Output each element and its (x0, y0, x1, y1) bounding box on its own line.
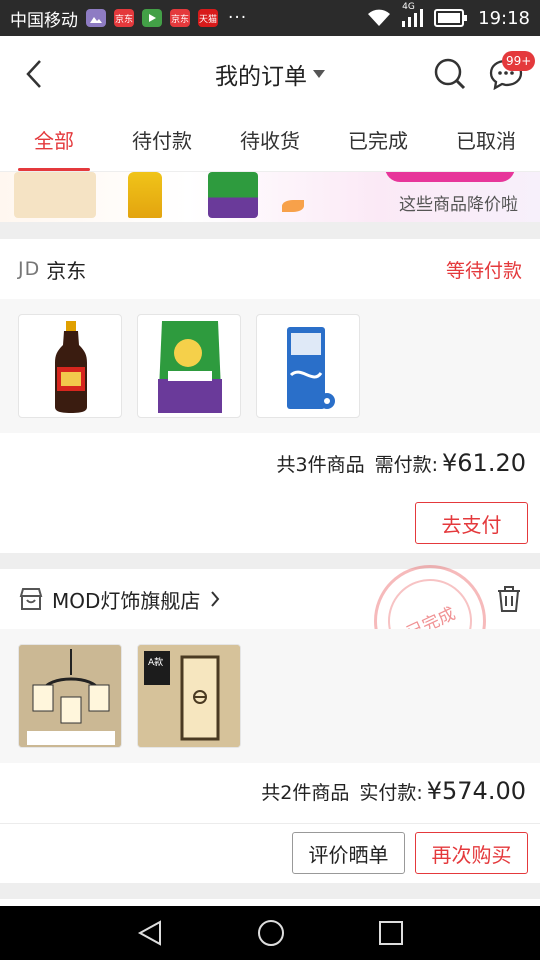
soy-sauce-image (55, 321, 87, 413)
promo-oil-image (128, 172, 162, 218)
promo-rice-image (208, 172, 258, 218)
order-card-partial (0, 899, 540, 906)
tab-all[interactable]: 全部 (0, 112, 108, 171)
order-card[interactable]: JD 京东 等待付款 共3件商品 需付款: ¥61.20 去支付 (0, 239, 540, 553)
more-notifications-icon: ··· (228, 8, 248, 28)
order-tabs: 全部 待付款 待收货 已完成 已取消 (0, 112, 540, 172)
tissue-pack-image (287, 327, 335, 409)
jd-logo: JD (18, 258, 41, 280)
promo-text: 这些商品降价啦 (399, 195, 518, 215)
order-total: ¥574.00 (426, 777, 526, 805)
status-bar: 中国移动 京东 京东 天猫 ··· 4G 19:18 (0, 0, 540, 36)
product-thumbnail-wall-lamp[interactable]: A款 (137, 644, 241, 748)
tab-pending-payment[interactable]: 待付款 (108, 112, 216, 171)
search-button[interactable] (428, 54, 472, 94)
order-card[interactable]: MOD灯饰旗舰店 已完成 A款 共2件商品 实付款: ¥574.00 评价晒单 … (0, 565, 540, 883)
message-count-badge: 99+ (502, 51, 536, 71)
divider (0, 823, 540, 824)
product-thumbnail-tissue[interactable] (256, 314, 360, 418)
nav-back-icon[interactable] (136, 919, 164, 947)
back-arrow-icon (26, 60, 41, 88)
product-thumbnail-chandelier[interactable] (18, 644, 122, 748)
tab-completed[interactable]: 已完成 (324, 112, 432, 171)
shop-name: 京东 (46, 258, 87, 283)
clock: 19:18 (478, 7, 530, 29)
order-items[interactable] (0, 299, 540, 433)
gallery-icon (86, 9, 106, 27)
order-summary: 共2件商品 实付款: ¥574.00 (261, 777, 526, 805)
jd-app-icon: 京东 (114, 9, 134, 27)
product-variant-label: A款 (148, 658, 164, 668)
tab-cancelled[interactable]: 已取消 (432, 112, 540, 171)
item-count: 共2件商品 (261, 782, 350, 804)
delete-order-icon[interactable] (496, 585, 522, 613)
payment-label: 需付款: (374, 454, 439, 476)
product-thumbnail-rice[interactable] (137, 314, 241, 418)
review-button[interactable]: 评价晒单 (292, 832, 405, 874)
carrier-label: 中国移动 (10, 10, 78, 31)
price-drop-banner[interactable]: 这些商品降价啦 (0, 172, 540, 222)
tab-pending-receipt[interactable]: 待收货 (216, 112, 324, 171)
jd-app-icon-2: 京东 (170, 9, 190, 27)
tmall-icon: 天猫 (198, 9, 218, 27)
product-thumbnail-soy-sauce[interactable] (18, 314, 122, 418)
search-icon (434, 58, 466, 90)
title-dropdown-icon[interactable] (313, 70, 325, 78)
item-count: 共3件商品 (276, 454, 365, 476)
promo-decoration (282, 200, 304, 212)
payment-label: 实付款: (359, 782, 423, 804)
buy-again-button[interactable]: 再次购买 (415, 832, 528, 874)
order-status: 等待付款 (445, 259, 522, 282)
signal-icon: 4G (402, 2, 424, 27)
network-type-label: 4G (402, 2, 415, 12)
wifi-icon (368, 9, 391, 26)
store-icon (19, 588, 43, 610)
rice-bag-image (158, 321, 222, 413)
nav-home-icon[interactable] (256, 918, 286, 948)
chandelier-image (19, 645, 121, 747)
chevron-right-icon (211, 591, 220, 607)
promo-pill-decoration (385, 172, 515, 182)
nav-recents-icon[interactable] (378, 920, 404, 946)
system-nav-bar (0, 906, 540, 960)
header: 我的订单 (0, 36, 540, 112)
back-button[interactable] (14, 54, 54, 94)
order-total: ¥61.20 (442, 449, 526, 477)
battery-icon (434, 9, 468, 27)
order-summary: 共3件商品 需付款: ¥61.20 (277, 449, 526, 477)
page-title[interactable]: 我的订单 (215, 57, 307, 91)
promo-product-image (14, 172, 96, 218)
order-shop-row[interactable]: JD 京东 等待付款 (0, 239, 540, 299)
order-items[interactable]: A款 (0, 629, 540, 763)
shop-name: MOD灯饰旗舰店 (52, 588, 201, 613)
play-icon (142, 9, 162, 27)
pay-now-button[interactable]: 去支付 (415, 502, 528, 544)
